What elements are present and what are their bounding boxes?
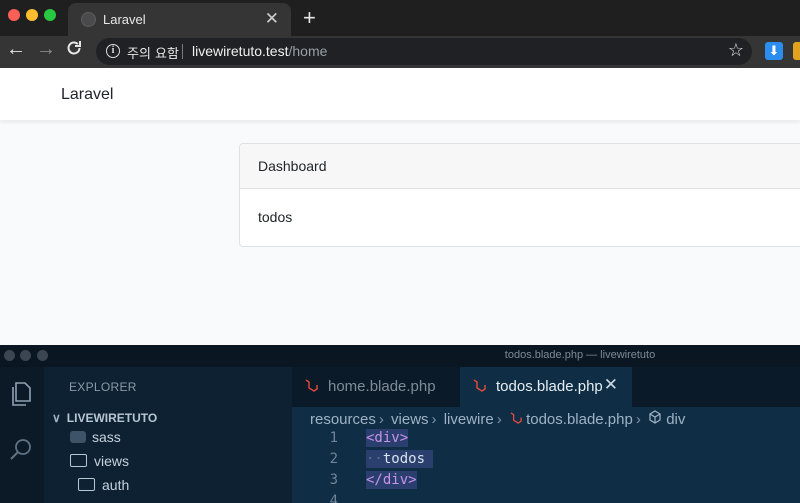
breadcrumb-item[interactable]: todos.blade.php xyxy=(526,411,633,428)
new-tab-button[interactable]: + xyxy=(303,5,316,31)
folder-icon xyxy=(70,454,87,467)
tab-title: Laravel xyxy=(103,12,146,27)
browser-tab-strip: Laravel ✕ + xyxy=(0,0,800,36)
address-bar[interactable]: i 주의 요함 livewiretuto.test/home ☆ xyxy=(96,38,752,65)
code-line[interactable]: 4 xyxy=(292,493,800,503)
breadcrumb-item[interactable]: views xyxy=(391,411,429,428)
code-text: <div> xyxy=(366,429,409,447)
download-extension-icon[interactable]: ⬇ xyxy=(765,42,783,60)
whitespace-indicator: ·· xyxy=(366,451,383,467)
info-icon[interactable]: i xyxy=(106,44,120,58)
explorer-sidebar: EXPLORER ∨ LIVEWIRETUTO sass views auth xyxy=(44,367,292,503)
laravel-icon xyxy=(304,378,318,396)
breadcrumb: resources › views › livewire › todos.blade.… xyxy=(310,410,686,428)
breadcrumb-item[interactable]: resources xyxy=(310,411,376,428)
activity-bar xyxy=(0,367,44,503)
vscode-window: todos.blade.php — livewiretuto EXPLORER … xyxy=(0,345,800,503)
laravel-icon xyxy=(472,378,486,396)
editor-tab-bar: home.blade.php todos.blade.php ✕ xyxy=(292,367,800,407)
tab-home-blade[interactable]: home.blade.php xyxy=(292,367,460,407)
code-text: </div> xyxy=(366,471,417,489)
tab-todos-blade[interactable]: todos.blade.php ✕ xyxy=(460,367,632,407)
card-body: todos xyxy=(258,209,293,225)
code-editor[interactable]: resources › views › livewire › todos.blade.… xyxy=(292,407,800,503)
reload-icon[interactable] xyxy=(65,39,83,63)
code-line[interactable]: 3 </div> xyxy=(292,471,800,493)
tab-close-icon[interactable]: ✕ xyxy=(265,9,279,29)
url-text[interactable]: livewiretuto.test/home xyxy=(192,43,327,59)
vscode-titlebar: todos.blade.php — livewiretuto xyxy=(0,345,800,367)
search-icon[interactable] xyxy=(8,437,34,468)
breadcrumb-item[interactable]: livewire xyxy=(444,411,494,428)
globe-icon xyxy=(81,12,96,27)
tree-item-auth[interactable]: auth xyxy=(78,477,129,493)
line-number: 4 xyxy=(329,493,338,503)
sass-icon xyxy=(70,431,86,443)
security-warning[interactable]: 주의 요함 xyxy=(127,43,179,62)
browser-toolbar: ← → i 주의 요함 livewiretuto.test/home ☆ xyxy=(0,36,800,68)
tree-item-sass[interactable]: sass xyxy=(70,429,121,445)
line-number: 1 xyxy=(329,430,338,446)
code-text: todos xyxy=(382,451,426,467)
forward-arrow-icon[interactable]: → xyxy=(36,38,56,61)
tree-item-views[interactable]: views xyxy=(70,453,129,469)
zoom-window-button[interactable] xyxy=(44,9,56,21)
explorer-heading: EXPLORER xyxy=(69,380,137,394)
dashboard-card: Dashboard todos xyxy=(239,143,800,247)
vscode-window-title: todos.blade.php — livewiretuto xyxy=(504,349,656,361)
close-icon[interactable]: ✕ xyxy=(604,375,618,395)
browser-tab[interactable]: Laravel ✕ xyxy=(68,3,291,36)
code-line[interactable]: 1 <div> xyxy=(292,429,800,451)
back-arrow-icon[interactable]: ← xyxy=(6,38,26,61)
line-number: 3 xyxy=(329,472,338,488)
cube-icon xyxy=(648,410,662,428)
card-header: Dashboard xyxy=(240,144,800,189)
minimize-window-button[interactable] xyxy=(26,9,38,21)
chevron-down-icon: ∨ xyxy=(52,411,61,425)
line-number: 2 xyxy=(329,451,338,467)
folder-icon xyxy=(78,478,95,491)
extension-icon[interactable] xyxy=(793,42,800,60)
laravel-navbar: Laravel xyxy=(0,68,800,121)
files-icon[interactable] xyxy=(9,381,33,412)
navbar-brand[interactable]: Laravel xyxy=(61,86,113,104)
web-page: Laravel Dashboard todos xyxy=(0,68,800,345)
omnibox-divider xyxy=(182,44,183,59)
project-folder[interactable]: ∨ LIVEWIRETUTO xyxy=(52,411,157,425)
close-window-button[interactable] xyxy=(8,9,20,21)
laravel-icon xyxy=(509,411,522,428)
breadcrumb-item[interactable]: div xyxy=(666,411,685,428)
code-line[interactable]: 2 ··todos xyxy=(292,450,800,472)
bookmark-star-icon[interactable]: ☆ xyxy=(728,40,744,61)
